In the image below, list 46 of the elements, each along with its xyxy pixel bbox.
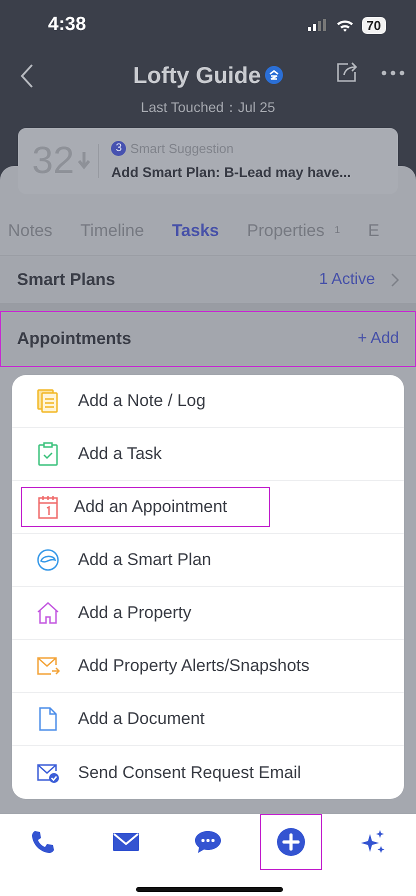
back-icon[interactable] bbox=[20, 64, 34, 88]
section-title: Appointments bbox=[17, 328, 132, 350]
active-count: 1 Active bbox=[318, 270, 375, 290]
swirl-icon bbox=[36, 548, 60, 572]
status-time: 4:38 bbox=[48, 12, 86, 37]
more-icon[interactable] bbox=[381, 70, 405, 76]
menu-item[interactable]: Add a Note / Log bbox=[12, 375, 404, 428]
add-icon bbox=[276, 828, 304, 856]
menu-label: Send Consent Request Email bbox=[78, 762, 302, 784]
phone-icon bbox=[30, 829, 56, 855]
last-touched: Last Touched：Jul 25 bbox=[140, 98, 276, 116]
menu-item[interactable]: Add a Document bbox=[12, 693, 404, 746]
menu-label: Add a Property bbox=[78, 602, 192, 624]
clipboard-check-icon bbox=[37, 442, 59, 466]
menu-label: Add a Note / Log bbox=[78, 390, 207, 412]
battery-level: 70 bbox=[362, 16, 386, 34]
chevron-icon bbox=[391, 272, 399, 286]
share-icon[interactable] bbox=[336, 62, 358, 82]
house-icon bbox=[36, 601, 60, 625]
mail-icon bbox=[112, 831, 140, 853]
chat-icon bbox=[194, 829, 222, 855]
calendar-icon bbox=[37, 495, 59, 519]
badge-icon bbox=[264, 66, 283, 84]
menu-item[interactable]: Add a Property bbox=[12, 587, 404, 640]
signal-icon bbox=[308, 19, 328, 31]
menu-label: Add a Task bbox=[78, 443, 163, 466]
mail-arrow-icon bbox=[36, 655, 60, 677]
document-icon bbox=[38, 707, 58, 731]
menu-item[interactable]: Add a Task bbox=[12, 428, 404, 481]
menu-item[interactable]: Send Consent Request Email bbox=[12, 746, 404, 799]
mail-check-icon bbox=[36, 762, 60, 784]
menu-label: Add Property Alerts/Snapshots bbox=[78, 655, 311, 678]
menu-item[interactable]: Add Property Alerts/Snapshots bbox=[12, 640, 404, 693]
suggestion-text: Add Smart Plan: B-Lead may have... bbox=[111, 163, 351, 182]
menu-label: Add a Smart Plan bbox=[78, 549, 212, 572]
wifi-icon bbox=[336, 18, 354, 32]
menu-label: Add an Appointment bbox=[22, 488, 270, 526]
menu-item[interactable]: Add an Appointment bbox=[12, 481, 404, 534]
menu-label: Add a Document bbox=[78, 708, 206, 730]
down-arrow-icon bbox=[78, 152, 90, 170]
contact-name: Lofty Guide bbox=[133, 61, 261, 90]
note-icon bbox=[37, 389, 59, 413]
add-button[interactable] bbox=[260, 814, 322, 870]
menu-item[interactable]: Add a Smart Plan bbox=[12, 534, 404, 587]
suggestion-count: 3 bbox=[111, 141, 126, 156]
section-title: Smart Plans bbox=[17, 268, 116, 291]
